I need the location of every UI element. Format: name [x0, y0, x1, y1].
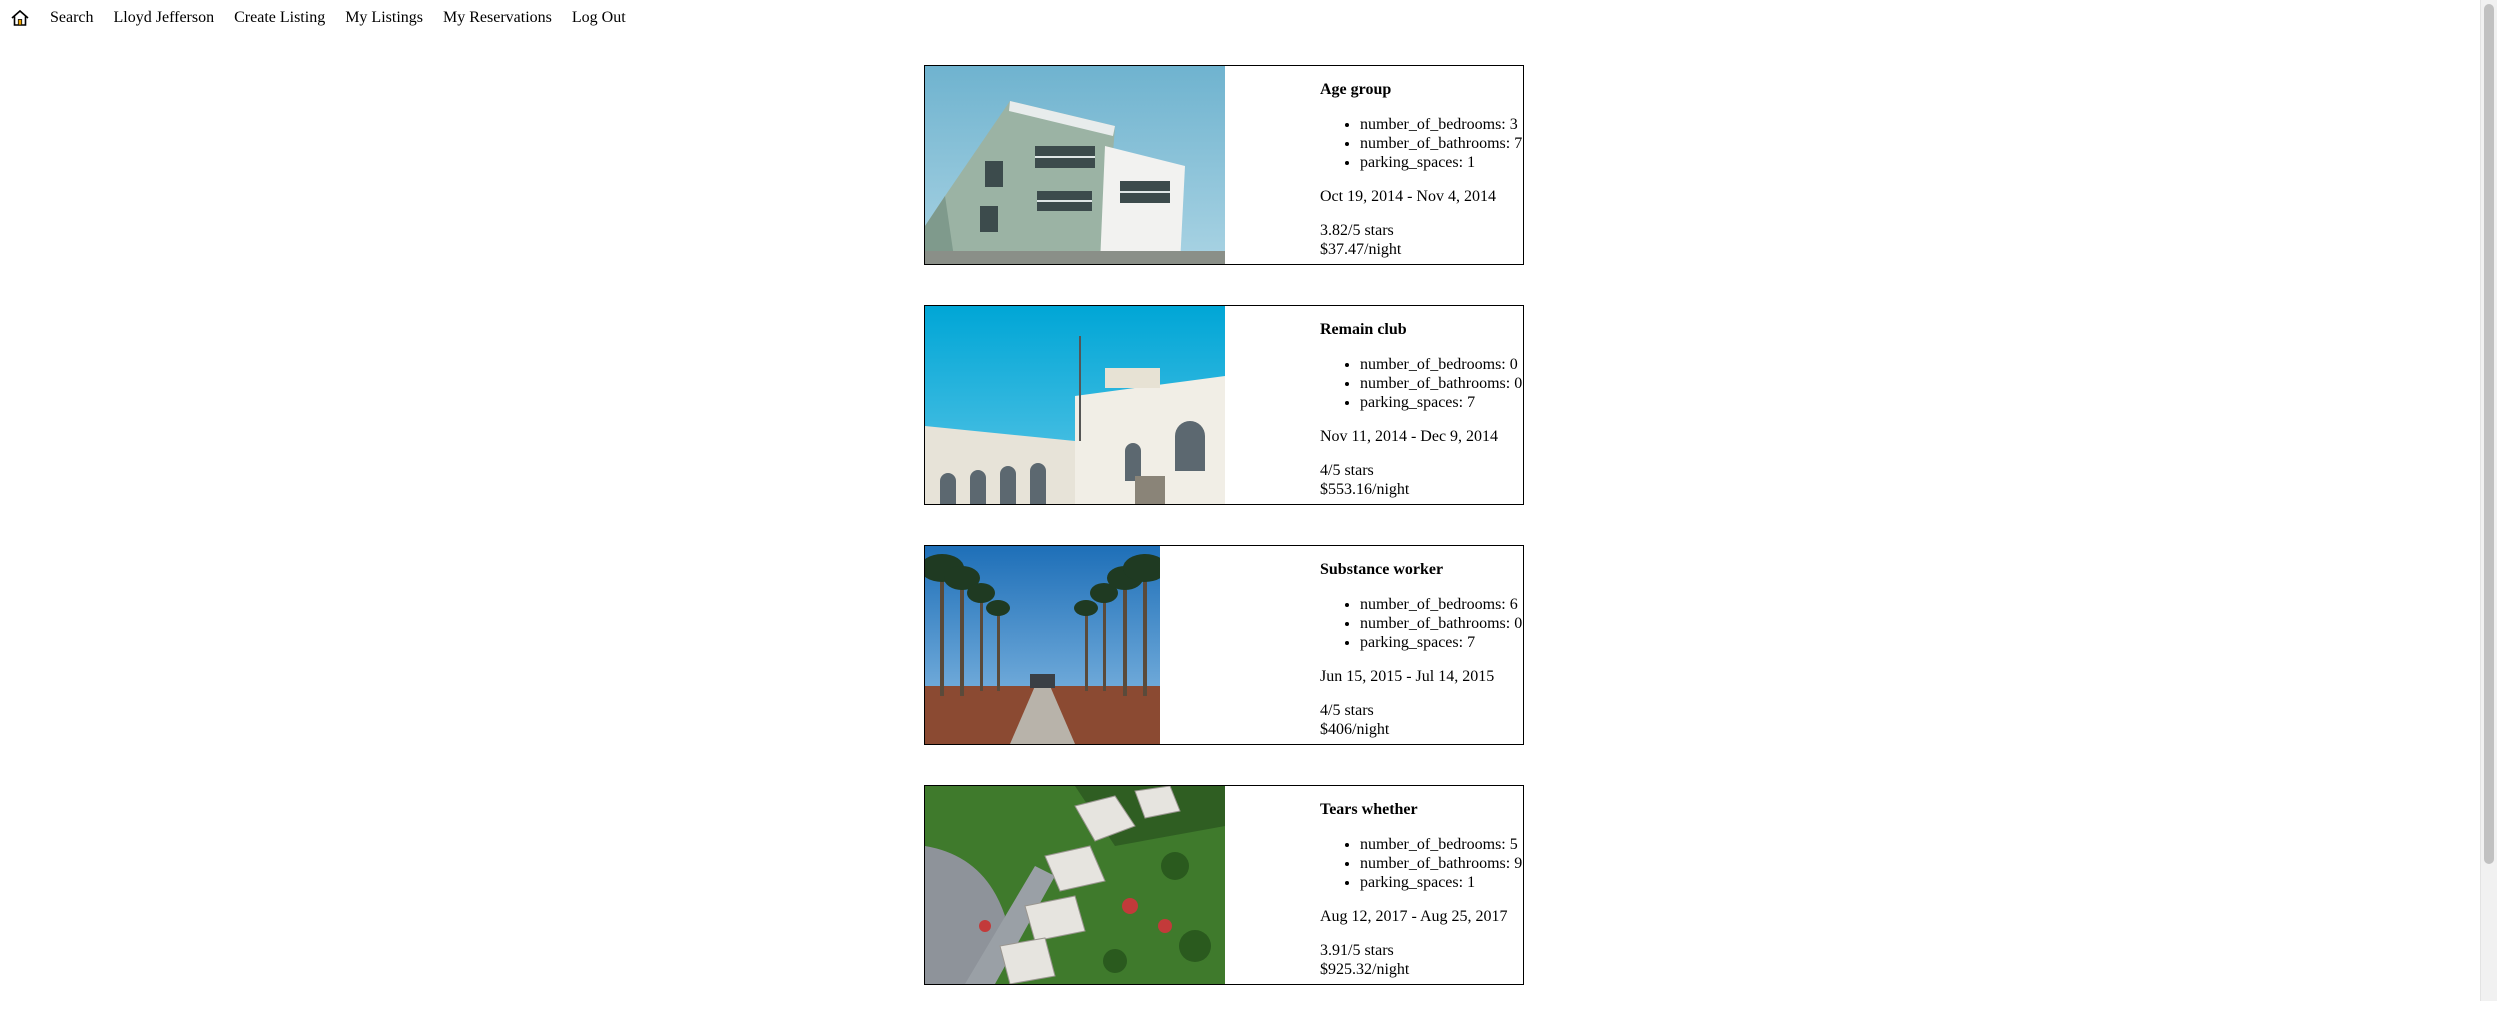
nav-link-log-out[interactable]: Log Out — [572, 8, 626, 28]
listing-rating: 3.91/5 stars — [1320, 942, 1394, 959]
listing-dates: Nov 11, 2014 - Dec 9, 2014 — [1320, 428, 1499, 445]
feature-bedrooms: number_of_bedrooms: 6 — [1360, 595, 1523, 614]
feature-bathrooms: number_of_bathrooms: 7 — [1360, 134, 1523, 153]
listing-card[interactable]: Substance worker number_of_bedrooms: 6 n… — [924, 545, 1524, 745]
listings-list: Age group number_of_bedrooms: 3 number_o… — [924, 65, 1524, 1025]
feature-bedrooms: number_of_bedrooms: 5 — [1360, 835, 1523, 854]
listing-features: number_of_bedrooms: 3 number_of_bathroom… — [1320, 115, 1523, 172]
listing-rating: 3.82/5 stars — [1320, 222, 1394, 239]
vertical-scrollbar[interactable] — [2480, 0, 2497, 1001]
listing-title[interactable]: Tears whether — [1320, 800, 1523, 819]
nav-link-create-listing[interactable]: Create Listing — [234, 8, 325, 28]
listing-details: Tears whether number_of_bedrooms: 5 numb… — [1320, 800, 1523, 979]
listing-price: $37.47/night — [1320, 241, 1402, 258]
listing-title[interactable]: Remain club — [1320, 320, 1523, 339]
listing-photo[interactable] — [925, 786, 1225, 984]
feature-bathrooms: number_of_bathrooms: 0 — [1360, 614, 1523, 633]
listing-photo[interactable] — [925, 66, 1225, 264]
listing-dates: Aug 12, 2017 - Aug 25, 2017 — [1320, 908, 1508, 925]
nav-link-user-profile[interactable]: Lloyd Jefferson — [114, 8, 215, 28]
listing-features: number_of_bedrooms: 6 number_of_bathroom… — [1320, 595, 1523, 652]
listing-features: number_of_bedrooms: 0 number_of_bathroom… — [1320, 355, 1523, 412]
listing-price: $925.32/night — [1320, 961, 1410, 978]
listing-card[interactable]: Age group number_of_bedrooms: 3 number_o… — [924, 65, 1524, 265]
nav-link-search[interactable]: Search — [50, 8, 94, 28]
nav-link-my-reservations[interactable]: My Reservations — [443, 8, 552, 28]
listing-photo[interactable] — [925, 546, 1160, 744]
listing-dates: Oct 19, 2014 - Nov 4, 2014 — [1320, 188, 1496, 205]
listing-price: $553.16/night — [1320, 481, 1410, 498]
listing-card[interactable]: Tears whether number_of_bedrooms: 5 numb… — [924, 785, 1524, 985]
listing-price: $406/night — [1320, 721, 1390, 738]
listing-rating: 4/5 stars — [1320, 702, 1374, 719]
feature-parking: parking_spaces: 1 — [1360, 873, 1523, 892]
feature-bedrooms: number_of_bedrooms: 3 — [1360, 115, 1523, 134]
feature-parking: parking_spaces: 7 — [1360, 633, 1523, 652]
feature-parking: parking_spaces: 7 — [1360, 393, 1523, 412]
nav-link-my-listings[interactable]: My Listings — [345, 8, 423, 28]
listing-title[interactable]: Substance worker — [1320, 560, 1523, 579]
listing-details: Substance worker number_of_bedrooms: 6 n… — [1320, 560, 1523, 739]
top-navbar: Search Lloyd Jefferson Create Listing My… — [0, 0, 2497, 36]
listing-features: number_of_bedrooms: 5 number_of_bathroom… — [1320, 835, 1523, 892]
feature-bedrooms: number_of_bedrooms: 0 — [1360, 355, 1523, 374]
listing-photo[interactable] — [925, 306, 1225, 504]
listing-card[interactable]: Remain club number_of_bedrooms: 0 number… — [924, 305, 1524, 505]
scrollbar-thumb[interactable] — [2484, 4, 2494, 864]
feature-bathrooms: number_of_bathrooms: 0 — [1360, 374, 1523, 393]
home-icon[interactable] — [10, 8, 30, 28]
feature-parking: parking_spaces: 1 — [1360, 153, 1523, 172]
listing-dates: Jun 15, 2015 - Jul 14, 2015 — [1320, 668, 1495, 685]
listing-details: Age group number_of_bedrooms: 3 number_o… — [1320, 80, 1523, 259]
listing-title[interactable]: Age group — [1320, 80, 1523, 99]
listing-details: Remain club number_of_bedrooms: 0 number… — [1320, 320, 1523, 499]
feature-bathrooms: number_of_bathrooms: 9 — [1360, 854, 1523, 873]
listing-rating: 4/5 stars — [1320, 462, 1374, 479]
